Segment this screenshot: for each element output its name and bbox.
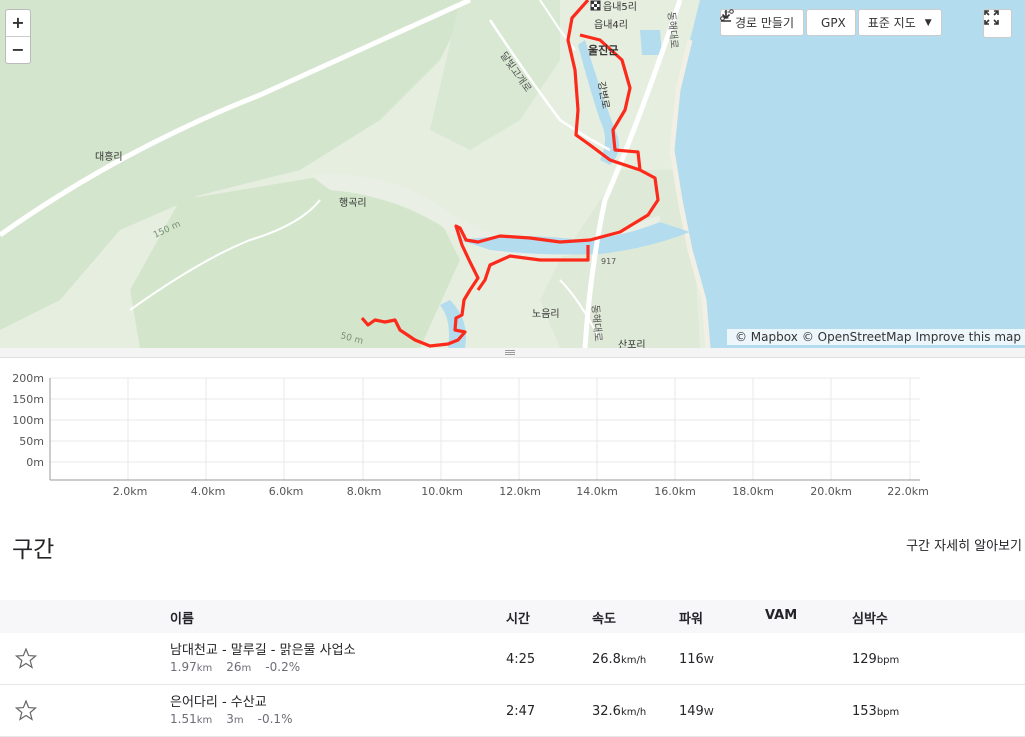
segments-title: 구간 [12, 537, 55, 563]
place-label-haenggok: 행곡리 [339, 197, 367, 209]
segment-speed: 26.8km/h [592, 652, 647, 667]
expand-icon [984, 10, 999, 25]
map-toolbar: 경로 만들기 GPX 표준 지도 ▼ [720, 9, 942, 36]
map-type-dropdown[interactable]: 표준 지도 ▼ [857, 9, 942, 36]
place-label-eupnae5: 읍내5리 [603, 1, 637, 13]
elevation-chart[interactable]: 200m 150m 100m 50m 0m 2.0km 4.0km 6.0km … [0, 366, 1025, 506]
place-label-noeum: 노음리 [532, 308, 560, 320]
header-vam[interactable]: VAM [765, 608, 797, 623]
improve-map-link[interactable]: Improve this map [915, 330, 1021, 344]
header-heartrate[interactable]: 심박수 [852, 608, 888, 627]
gpx-download-button[interactable]: GPX [721, 9, 856, 36]
x-tick-label: 6.0km [269, 485, 304, 498]
segment-meta: 1.97km 26m -0.2% [170, 660, 301, 674]
x-tick-label: 20.0km [810, 485, 852, 498]
x-tick-label: 8.0km [347, 485, 382, 498]
zoom-control: + − [5, 9, 31, 64]
map-resize-handle[interactable] [0, 348, 1025, 358]
star-icon[interactable] [15, 648, 37, 669]
header-time[interactable]: 시간 [506, 608, 530, 627]
x-tick-label: 4.0km [191, 485, 226, 498]
x-tick-label: 22.0km [887, 485, 929, 498]
segment-power: 149W [679, 704, 714, 719]
y-tick-label: 150m [12, 393, 44, 406]
mapbox-link[interactable]: © Mapbox [735, 330, 798, 344]
create-route-button[interactable]: 경로 만들기 [720, 9, 805, 36]
header-name[interactable]: 이름 [170, 608, 194, 627]
grip-icon [505, 350, 515, 355]
segment-speed: 32.6km/h [592, 704, 647, 719]
segment-power: 116W [679, 652, 714, 667]
segment-grade: -0.2% [265, 660, 301, 674]
segment-name-link[interactable]: 은어다리 - 수산교 [170, 691, 267, 710]
y-tick-label: 50m [19, 435, 44, 448]
segments-table-header: 이름 시간 속도 파워 VAM 심박수 [0, 600, 1025, 633]
segments-learn-more-link[interactable]: 구간 자세히 알아보기 [906, 535, 1022, 554]
x-tick-label: 12.0km [499, 485, 541, 498]
y-tick-label: 100m [12, 414, 44, 427]
x-tick-label: 14.0km [576, 485, 618, 498]
place-label-uljin: 울진군 [588, 43, 618, 57]
route-number-label: 917 [601, 257, 616, 266]
x-tick-label: 18.0km [732, 485, 774, 498]
x-tick-label: 16.0km [654, 485, 696, 498]
segment-time: 2:47 [506, 704, 536, 719]
sea-area [672, 0, 1025, 348]
segment-grade: -0.1% [257, 712, 293, 726]
y-tick-label: 0m [26, 456, 44, 469]
segment-heartrate: 153bpm [852, 704, 900, 719]
create-route-label: 경로 만들기 [735, 16, 795, 30]
place-label-eupnae4: 읍내4리 [594, 19, 628, 31]
segment-time: 4:25 [506, 652, 536, 667]
osm-link[interactable]: © OpenStreetMap [802, 330, 912, 344]
segment-distance: 1.97 [170, 660, 197, 674]
zoom-in-button[interactable]: + [6, 10, 30, 36]
segment-heartrate: 129bpm [852, 652, 900, 667]
segment-meta: 1.51km 3m -0.1% [170, 712, 293, 726]
header-power[interactable]: 파워 [679, 608, 703, 627]
segment-name-link[interactable]: 남대천교 - 말루길 - 맑은물 사업소 [170, 639, 356, 658]
segment-distance: 1.51 [170, 712, 197, 726]
place-label-sanpo: 산포리 [618, 339, 646, 348]
zoom-out-button[interactable]: − [6, 36, 30, 63]
map-view[interactable]: 대흥리 행곡리 노음리 읍내5리 읍내4리 울진군 강변로 동해대로 동해대로 … [0, 0, 1025, 348]
caret-down-icon: ▼ [924, 17, 932, 28]
map-canvas[interactable]: 대흥리 행곡리 노음리 읍내5리 읍내4리 울진군 강변로 동해대로 동해대로 … [0, 0, 1025, 348]
gpx-label: GPX [821, 15, 846, 30]
segment-elevation: 26 [226, 660, 242, 674]
star-icon[interactable] [15, 700, 37, 721]
header-speed[interactable]: 속도 [592, 608, 616, 627]
x-tick-label: 10.0km [421, 485, 463, 498]
reservoir [640, 30, 662, 55]
map-attribution: © Mapbox © OpenStreetMap Improve this map [726, 329, 1025, 345]
table-row[interactable]: 남대천교 - 말루길 - 맑은물 사업소 1.97km 26m -0.2% 4:25… [0, 633, 1025, 685]
x-tick-label: 2.0km [113, 485, 148, 498]
fullscreen-button[interactable] [983, 9, 1012, 38]
map-type-label: 표준 지도 [867, 16, 916, 30]
table-row[interactable]: 은어다리 - 수산교 1.51km 3m -0.1% 2:47 32.6km/h 1… [0, 685, 1025, 737]
place-label-daeheung: 대흥리 [95, 150, 123, 163]
segment-elevation: 3 [226, 712, 234, 726]
y-tick-label: 200m [12, 372, 44, 385]
